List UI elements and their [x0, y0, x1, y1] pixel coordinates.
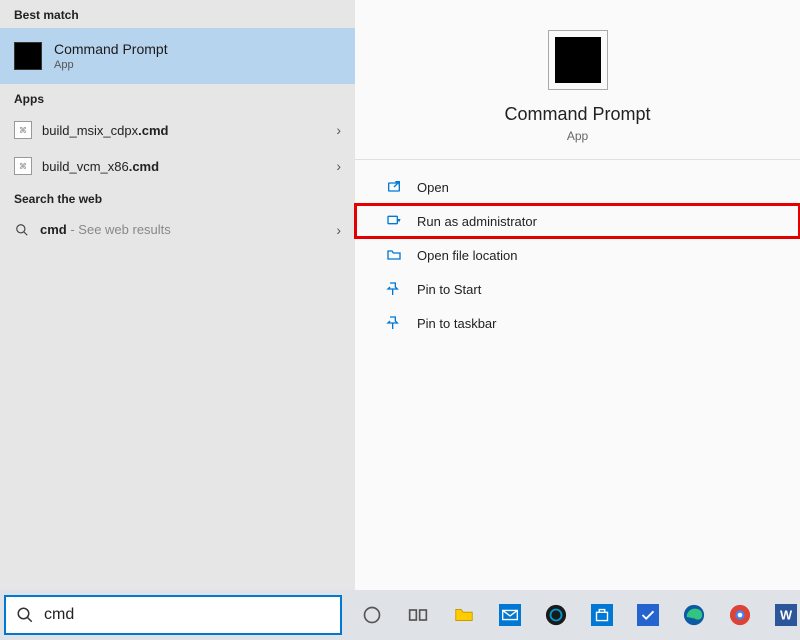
cmd-file-icon: ⌘	[14, 121, 32, 139]
detail-subtitle: App	[567, 129, 588, 143]
cortana-icon[interactable]	[358, 601, 386, 629]
search-icon	[16, 606, 34, 624]
dell-icon[interactable]	[542, 601, 570, 629]
web-hint: - See web results	[67, 222, 171, 237]
web-query: cmd	[40, 222, 67, 237]
best-match-subtitle: App	[54, 59, 168, 71]
action-label: Open file location	[417, 248, 517, 263]
detail-header: Command Prompt App	[355, 0, 800, 160]
detail-app-icon	[548, 30, 608, 90]
best-match-title: Command Prompt	[54, 41, 168, 57]
word-icon[interactable]: W	[772, 601, 800, 629]
taskbar-icons: W	[346, 601, 800, 629]
svg-text:W: W	[780, 608, 793, 623]
taskbar-search-box[interactable]	[4, 595, 342, 635]
web-header: Search the web	[0, 184, 355, 212]
action-pin-to-start[interactable]: Pin to Start	[355, 272, 800, 306]
app-result-1[interactable]: ⌘ build_vcm_x86.cmd ›	[0, 148, 355, 184]
task-view-icon[interactable]	[404, 601, 432, 629]
chevron-right-icon[interactable]: ›	[336, 222, 341, 238]
apps-header: Apps	[0, 84, 355, 112]
action-label: Run as administrator	[417, 214, 537, 229]
taskbar-search-input[interactable]	[44, 606, 330, 624]
chrome-icon[interactable]	[726, 601, 754, 629]
pin-start-icon	[385, 281, 403, 297]
chevron-right-icon[interactable]: ›	[336, 122, 341, 138]
file-explorer-icon[interactable]	[450, 601, 478, 629]
folder-icon	[385, 247, 403, 263]
admin-icon	[385, 213, 403, 229]
cmd-file-icon: ⌘	[14, 157, 32, 175]
action-list: Open Run as administrator Open file loca…	[355, 160, 800, 350]
best-match-header: Best match	[0, 0, 355, 28]
action-open-file-location[interactable]: Open file location	[355, 238, 800, 272]
action-run-as-administrator[interactable]: Run as administrator	[355, 204, 800, 238]
chevron-right-icon[interactable]: ›	[336, 158, 341, 174]
best-match-item[interactable]: Command Prompt App	[0, 28, 355, 84]
taskbar: W	[0, 590, 800, 640]
action-pin-to-taskbar[interactable]: Pin to taskbar	[355, 306, 800, 340]
app-result-0[interactable]: ⌘ build_msix_cdpx.cmd ›	[0, 112, 355, 148]
mail-icon[interactable]	[496, 601, 524, 629]
store-icon[interactable]	[588, 601, 616, 629]
action-label: Open	[417, 180, 449, 195]
todo-icon[interactable]	[634, 601, 662, 629]
app-result-label: build_vcm_x86.cmd	[42, 159, 159, 174]
start-search-panel: Best match Command Prompt App Apps ⌘ bui…	[0, 0, 800, 590]
open-icon	[385, 179, 403, 195]
pin-taskbar-icon	[385, 315, 403, 331]
action-open[interactable]: Open	[355, 170, 800, 204]
action-label: Pin to Start	[417, 282, 481, 297]
results-column: Best match Command Prompt App Apps ⌘ bui…	[0, 0, 355, 590]
action-label: Pin to taskbar	[417, 316, 497, 331]
detail-column: Command Prompt App Open Run as administr…	[355, 0, 800, 590]
edge-icon[interactable]	[680, 601, 708, 629]
app-result-label: build_msix_cdpx.cmd	[42, 123, 168, 138]
web-result[interactable]: cmd - See web results ›	[0, 212, 355, 248]
detail-title: Command Prompt	[504, 104, 650, 125]
search-icon	[14, 222, 30, 238]
command-prompt-icon	[14, 42, 42, 70]
